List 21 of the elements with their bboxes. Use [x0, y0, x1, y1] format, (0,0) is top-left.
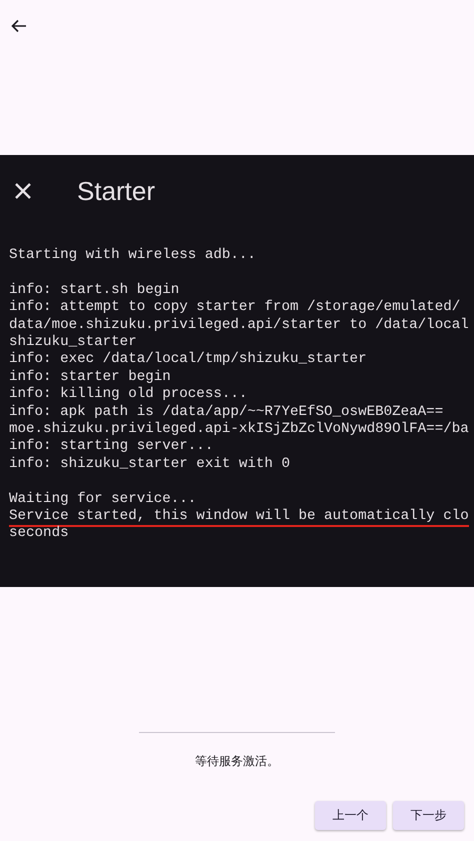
- log-line: info: start.sh begin: [9, 282, 180, 300]
- log-line: info: exec /data/local/tmp/shizuku_starter: [9, 351, 367, 369]
- close-icon[interactable]: [13, 181, 33, 201]
- log-line: data/moe.shizuku.privileged.api/starter to /data/local: [9, 316, 469, 334]
- previous-button[interactable]: 上一个: [315, 801, 386, 830]
- log-line: moe.shizuku.privileged.api-xkISjZbZclVoNywd89OlFA==/ba: [9, 421, 469, 438]
- back-arrow-icon[interactable]: [10, 17, 28, 35]
- log-line: Waiting for service...: [9, 490, 196, 508]
- log-line: info: apk path is /data/app/~~R7YeEfSO_oswEB0ZeaA==: [9, 404, 444, 422]
- log-line: info: killing old process...: [9, 386, 248, 404]
- dialog-title: Starter: [77, 176, 156, 206]
- log-line: info: starter begin: [9, 368, 171, 386]
- log-line: info: shizuku_starter exit with 0: [9, 456, 290, 474]
- log-line: info: starting server...: [9, 438, 214, 456]
- status-text: 等待服务激活。: [195, 753, 279, 770]
- next-button[interactable]: 下一步: [393, 801, 464, 830]
- log-line: shizuku_starter: [9, 334, 137, 352]
- log-line: seconds: [9, 524, 69, 542]
- log-line: info: attempt to copy starter from /storage/emulated/: [9, 299, 460, 317]
- log-line: Starting with wireless adb...: [9, 247, 256, 264]
- log-line: Service started, this window will be automatically clo: [9, 508, 469, 528]
